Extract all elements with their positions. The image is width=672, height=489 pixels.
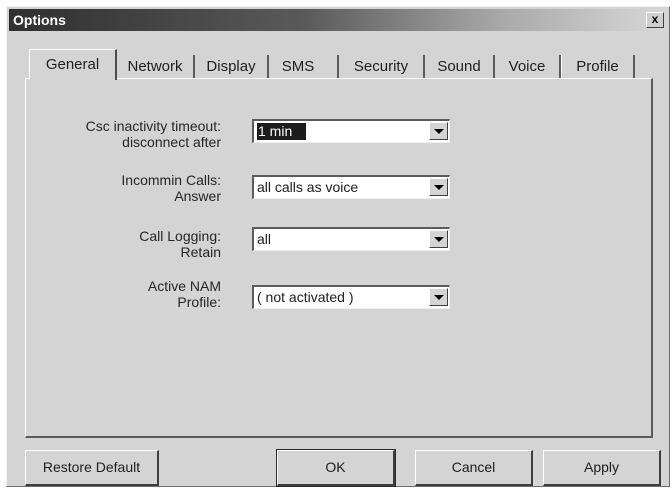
inactivity-timeout-label: Csc inactivity timeout: disconnect after: [86, 118, 221, 150]
general-tab-panel: Csc inactivity timeout: disconnect after…: [25, 78, 653, 438]
chevron-down-icon[interactable]: [429, 288, 448, 306]
inactivity-timeout-value: 1 min: [257, 123, 307, 140]
incoming-calls-label-line1: Incommin Calls:: [121, 172, 221, 188]
apply-button[interactable]: Apply: [543, 450, 661, 486]
inactivity-timeout-dropdown[interactable]: 1 min: [252, 119, 450, 143]
call-logging-value: all: [257, 231, 272, 247]
inactivity-timeout-label-line2: disconnect after: [122, 134, 221, 150]
tab-profile[interactable]: Profile: [561, 55, 635, 79]
incoming-calls-label-line2: Answer: [174, 188, 221, 204]
tab-display[interactable]: Display: [195, 55, 269, 79]
active-nam-profile-value: ( not activated ): [257, 289, 354, 305]
inactivity-timeout-label-line1: Csc inactivity timeout:: [85, 118, 221, 134]
active-nam-profile-label: Active NAM Profile:: [148, 278, 221, 310]
incoming-calls-value: all calls as voice: [257, 179, 359, 195]
chevron-down-icon[interactable]: [429, 178, 448, 196]
active-nam-profile-label-line2: Profile:: [177, 294, 221, 310]
call-logging-label-line1: Call Logging:: [139, 228, 221, 244]
window-title: Options: [13, 12, 66, 28]
active-nam-profile-label-line1: Active NAM: [147, 278, 221, 294]
tab-general[interactable]: General: [29, 49, 117, 80]
tab-voice[interactable]: Voice: [495, 55, 561, 79]
incoming-calls-label: Incommin Calls: Answer: [121, 172, 221, 204]
chevron-down-icon[interactable]: [429, 122, 448, 140]
close-button[interactable]: x: [646, 12, 664, 28]
tab-security[interactable]: Security: [337, 55, 425, 79]
active-nam-profile-dropdown[interactable]: ( not activated ): [252, 285, 450, 309]
options-dialog: Options x General Network Display SMS Se…: [6, 6, 670, 487]
restore-default-button[interactable]: Restore Default: [25, 450, 159, 486]
tab-sound[interactable]: Sound: [425, 55, 495, 79]
tab-network[interactable]: Network: [117, 55, 195, 79]
call-logging-label-line2: Retain: [180, 244, 221, 260]
cancel-button[interactable]: Cancel: [415, 450, 533, 486]
title-bar[interactable]: Options x: [9, 9, 667, 31]
tab-sms[interactable]: SMS: [269, 55, 327, 79]
chevron-down-icon[interactable]: [429, 230, 448, 248]
incoming-calls-dropdown[interactable]: all calls as voice: [252, 175, 450, 199]
tab-strip: General Network Display SMS Security Sou…: [29, 49, 649, 80]
call-logging-label: Call Logging: Retain: [139, 228, 221, 260]
ok-button[interactable]: OK: [276, 449, 396, 487]
call-logging-dropdown[interactable]: all: [252, 227, 450, 251]
